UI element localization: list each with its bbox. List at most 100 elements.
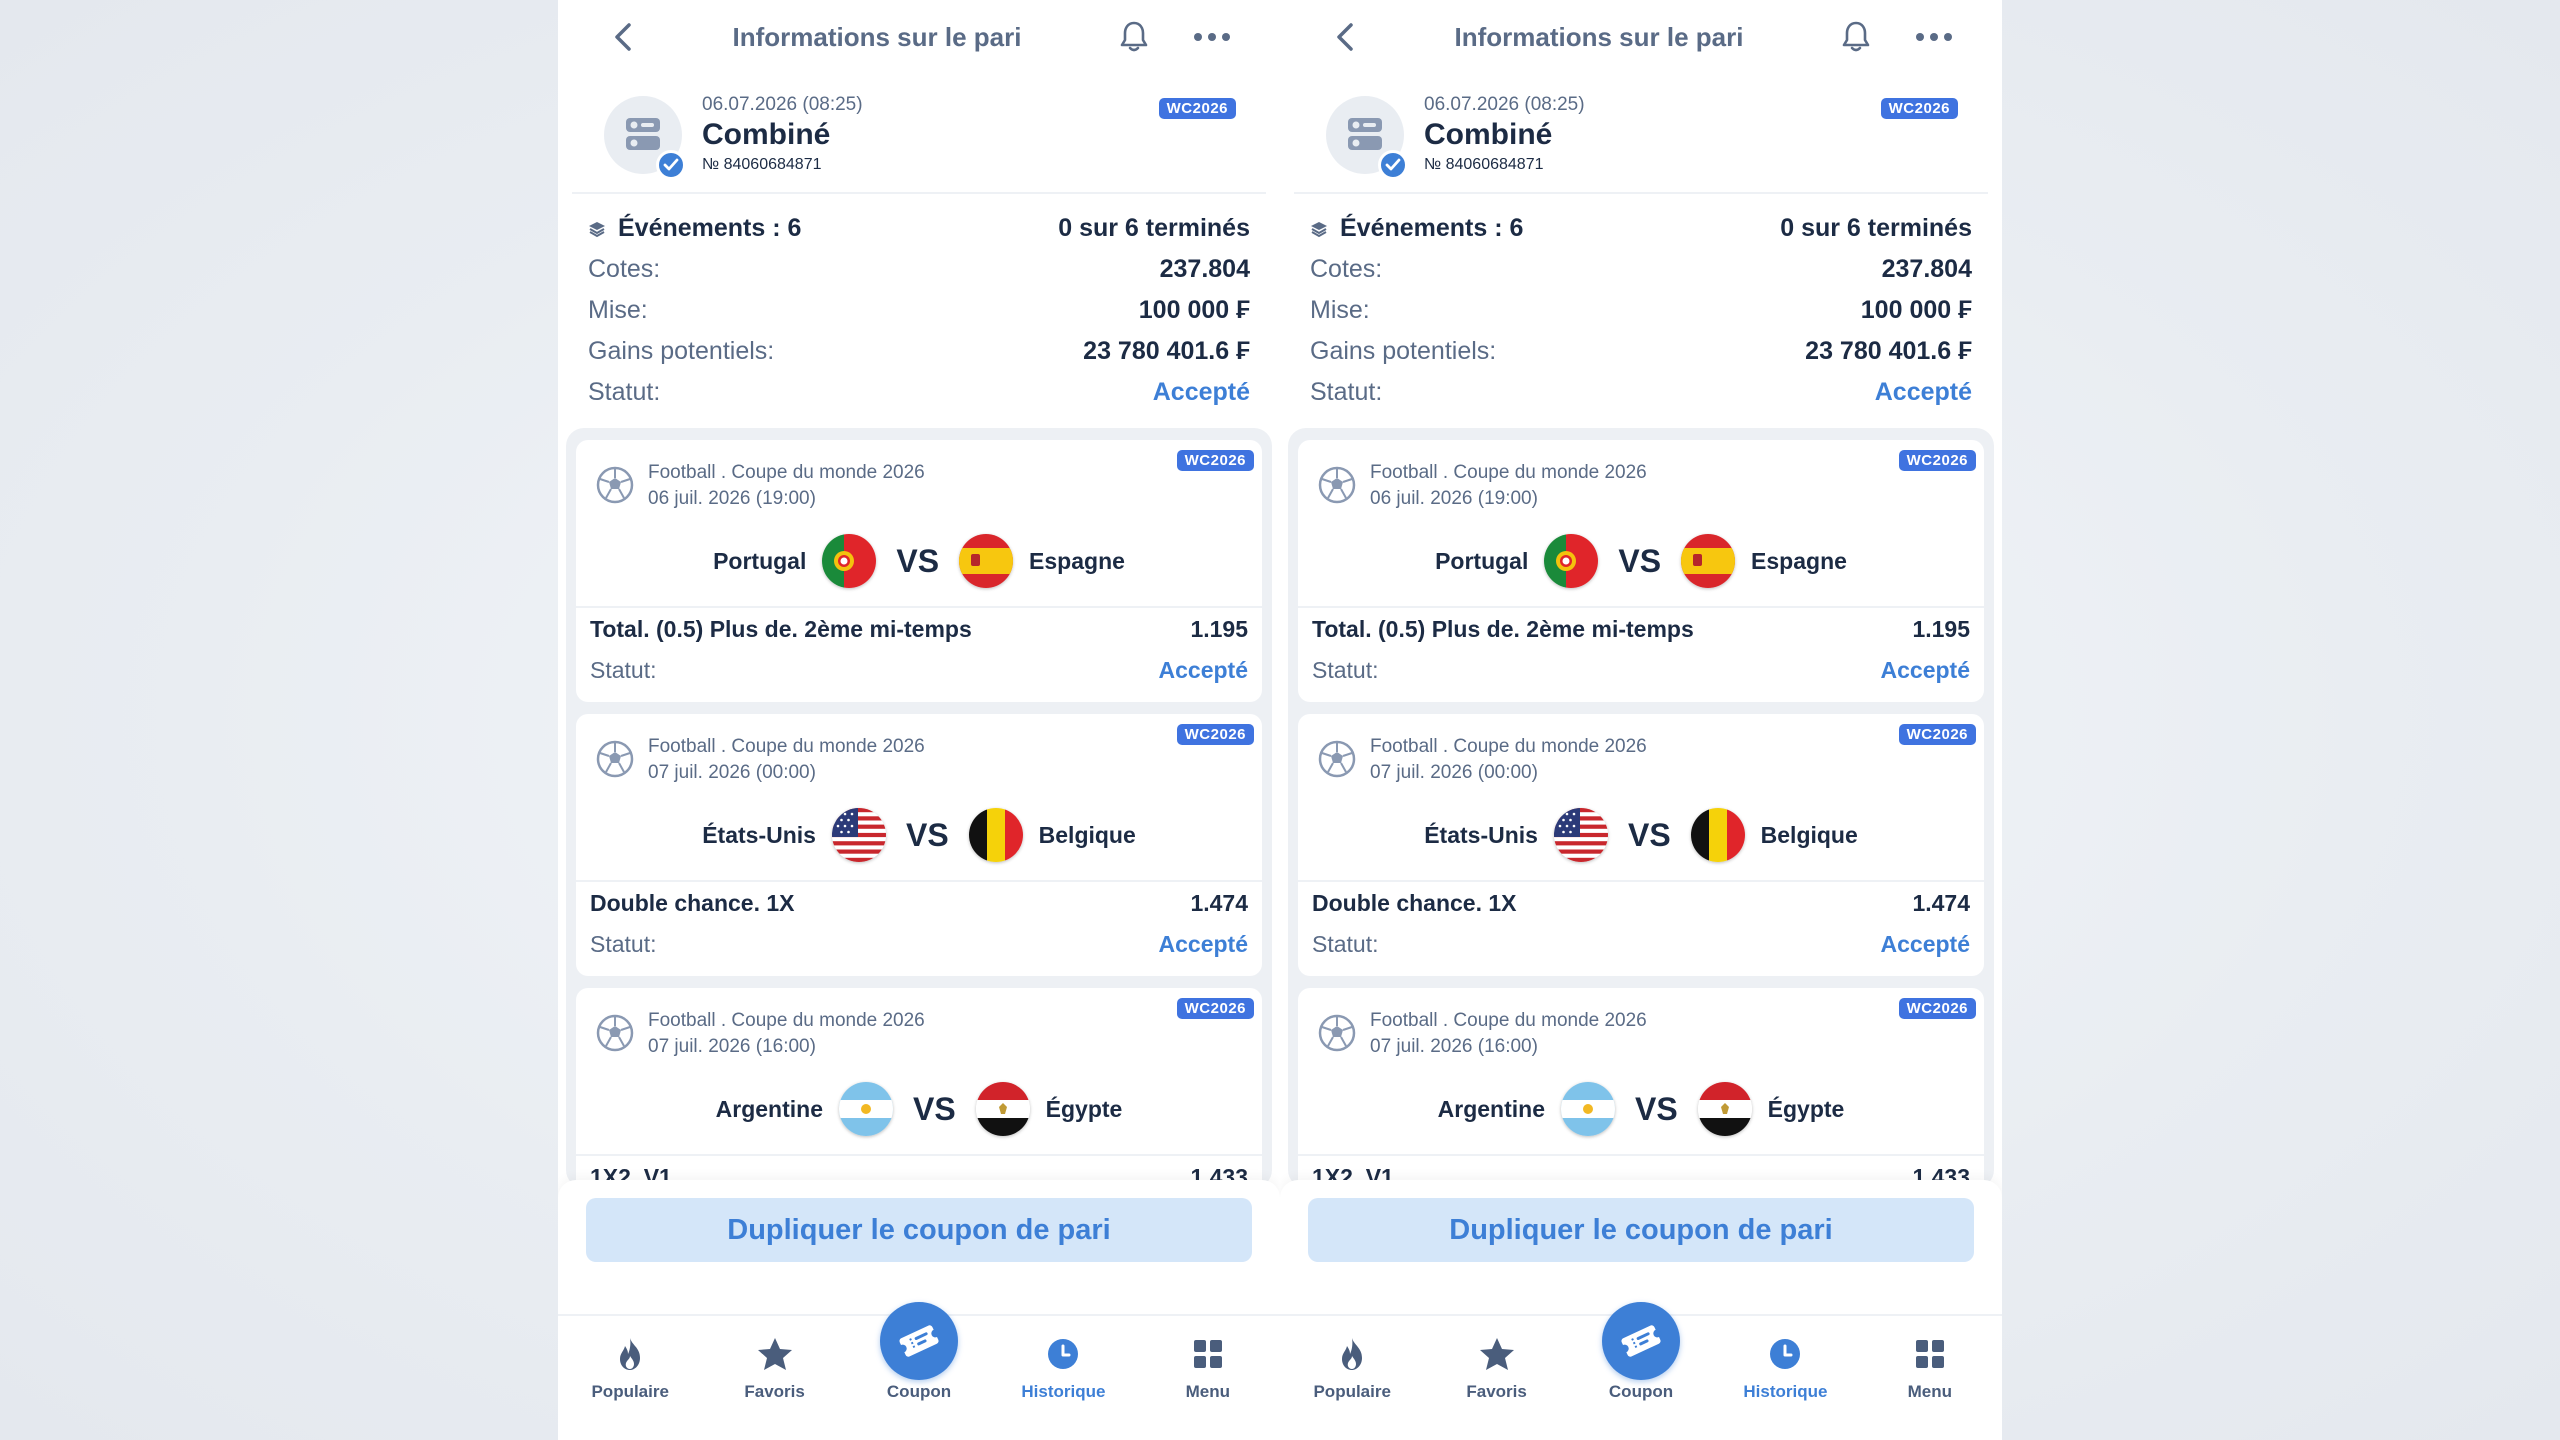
tab-historique[interactable]: Historique	[991, 1316, 1135, 1440]
back-button[interactable]	[1330, 22, 1360, 52]
bet-summary: Événements : 6 0 sur 6 terminés Cotes: 2…	[558, 194, 1280, 413]
event-header: Football . Coupe du monde 2026 06 juil. …	[1298, 440, 1984, 512]
event-teams: Portugal VS Espagne	[576, 516, 1262, 606]
status-label: Statut:	[588, 378, 661, 406]
more-horizontal-icon	[1916, 33, 1952, 41]
tab-menu[interactable]: Menu	[1136, 1316, 1280, 1440]
odds-label: Cotes:	[1310, 255, 1383, 283]
summary-stake-row: Mise: 100 000 ₣	[588, 290, 1250, 331]
events-list[interactable]: Football . Coupe du monde 2026 06 juil. …	[1288, 428, 1994, 1188]
status-label: Statut:	[1310, 378, 1383, 406]
tab-label: Populaire	[1313, 1382, 1391, 1401]
layers-icon	[589, 221, 605, 237]
duplicate-coupon-button[interactable]: Dupliquer le coupon de pari	[1308, 1198, 1974, 1262]
bet-date: 06.07.2026 (08:25)	[702, 94, 863, 115]
vs-label: VS	[905, 816, 949, 853]
status-value: Accepté	[1874, 378, 1972, 406]
home-flag-icon	[831, 808, 886, 862]
top-bar: Informations sur le pari	[558, 0, 1280, 74]
event-card[interactable]: Football . Coupe du monde 2026 07 juil. …	[576, 988, 1262, 1188]
event-date: 07 juil. 2026 (00:00)	[1370, 762, 1538, 783]
ticket-icon	[1620, 1325, 1662, 1357]
football-icon	[1318, 740, 1356, 778]
summary-odds-row: Cotes: 237.804	[588, 249, 1250, 290]
event-market-row: Double chance. 1X 1.474	[576, 880, 1262, 924]
bet-number: № 84060684871	[1424, 156, 1544, 173]
tab-label: Historique	[1021, 1382, 1106, 1401]
away-flag-icon	[959, 534, 1014, 588]
page-title: Informations sur le pari	[732, 21, 1022, 52]
bet-date: 06.07.2026 (08:25)	[1424, 94, 1585, 115]
event-card[interactable]: Football . Coupe du monde 2026 06 juil. …	[1298, 440, 1984, 702]
summary-status-row: Statut: Accepté	[588, 372, 1250, 413]
tab-coupon[interactable]: Coupon	[847, 1302, 991, 1440]
away-team-name: Espagne	[1751, 547, 1847, 574]
stake-value: 100 000 ₣	[1138, 296, 1250, 324]
wc2026-badge: WC2026	[1176, 998, 1254, 1019]
stake-label: Mise:	[588, 296, 648, 324]
coupon-bubble[interactable]	[880, 1302, 959, 1380]
event-status-value: Accepté	[1158, 656, 1248, 683]
bet-type: Combiné	[702, 118, 831, 151]
market-odd: 1.474	[1190, 889, 1248, 916]
screens-container: Informations sur le pari 06.07.2026 (08:…	[558, 0, 2002, 1440]
market-name: Total. (0.5) Plus de. 2ème mi-temps	[1312, 615, 1694, 642]
tab-label: Favoris	[744, 1382, 805, 1401]
home-flag-icon	[1560, 1082, 1615, 1136]
event-card[interactable]: Football . Coupe du monde 2026 07 juil. …	[1298, 988, 1984, 1188]
star-icon	[757, 1338, 792, 1370]
tab-favoris[interactable]: Favoris	[1424, 1316, 1568, 1440]
coupon-bubble[interactable]	[1602, 1302, 1681, 1380]
event-status-row: Statut: Accepté	[1298, 924, 1984, 964]
page-title: Informations sur le pari	[1454, 21, 1744, 52]
more-options-button[interactable]	[1192, 22, 1232, 52]
football-icon	[1318, 466, 1356, 504]
chevron-left-icon	[1337, 23, 1353, 51]
tab-populaire[interactable]: Populaire	[1280, 1316, 1424, 1440]
stake-label: Mise:	[1310, 296, 1370, 324]
bet-type: Combiné	[1424, 118, 1553, 151]
market-odd: 1.195	[1190, 615, 1248, 642]
market-odd: 1.195	[1912, 615, 1970, 642]
accepted-check-icon	[1378, 150, 1408, 180]
home-flag-icon	[822, 534, 877, 588]
notification-button[interactable]	[1838, 19, 1874, 55]
vs-label: VS	[912, 1090, 956, 1127]
wc2026-badge: WC2026	[1176, 450, 1254, 471]
home-team-name: États-Unis	[1424, 821, 1538, 848]
event-teams: Portugal VS Espagne	[1298, 516, 1984, 606]
event-market-row: Double chance. 1X 1.474	[1298, 880, 1984, 924]
tab-favoris[interactable]: Favoris	[702, 1316, 846, 1440]
event-card[interactable]: Football . Coupe du monde 2026 06 juil. …	[576, 440, 1262, 702]
football-icon	[596, 1014, 634, 1052]
event-date: 06 juil. 2026 (19:00)	[1370, 488, 1538, 509]
bet-type-icon	[604, 96, 686, 180]
event-header: Football . Coupe du monde 2026 07 juil. …	[576, 714, 1262, 786]
event-card[interactable]: Football . Coupe du monde 2026 07 juil. …	[576, 714, 1262, 976]
back-button[interactable]	[608, 22, 638, 52]
tab-label: Populaire	[591, 1382, 669, 1401]
bottom-tab-bar: Populaire Favoris Coupon Historique Menu	[1280, 1302, 2002, 1440]
wc2026-badge: WC2026	[1898, 998, 1976, 1019]
duplicate-coupon-button[interactable]: Dupliquer le coupon de pari	[586, 1198, 1252, 1262]
event-league: Football . Coupe du monde 2026	[1370, 736, 1647, 757]
events-list[interactable]: Football . Coupe du monde 2026 06 juil. …	[566, 428, 1272, 1188]
notification-button[interactable]	[1116, 19, 1152, 55]
football-icon	[1318, 1014, 1356, 1052]
tab-historique[interactable]: Historique	[1713, 1316, 1857, 1440]
event-date: 06 juil. 2026 (19:00)	[648, 488, 816, 509]
odds-value: 237.804	[1881, 255, 1972, 283]
football-icon	[596, 466, 634, 504]
phone-screen: Informations sur le pari 06.07.2026 (08:…	[1280, 0, 2002, 1440]
flame-icon	[620, 1338, 641, 1370]
bet-header: 06.07.2026 (08:25) Combiné № 84060684871…	[572, 74, 1266, 194]
clock-icon	[1048, 1339, 1079, 1369]
tab-coupon[interactable]: Coupon	[1569, 1302, 1713, 1440]
tab-menu[interactable]: Menu	[1858, 1316, 2002, 1440]
tab-populaire[interactable]: Populaire	[558, 1316, 702, 1440]
home-team-name: Portugal	[1435, 547, 1529, 574]
event-card[interactable]: Football . Coupe du monde 2026 07 juil. …	[1298, 714, 1984, 976]
event-teams: Argentine VS Égypte	[1298, 1064, 1984, 1154]
more-options-button[interactable]	[1914, 22, 1954, 52]
away-team-name: Belgique	[1038, 821, 1136, 848]
